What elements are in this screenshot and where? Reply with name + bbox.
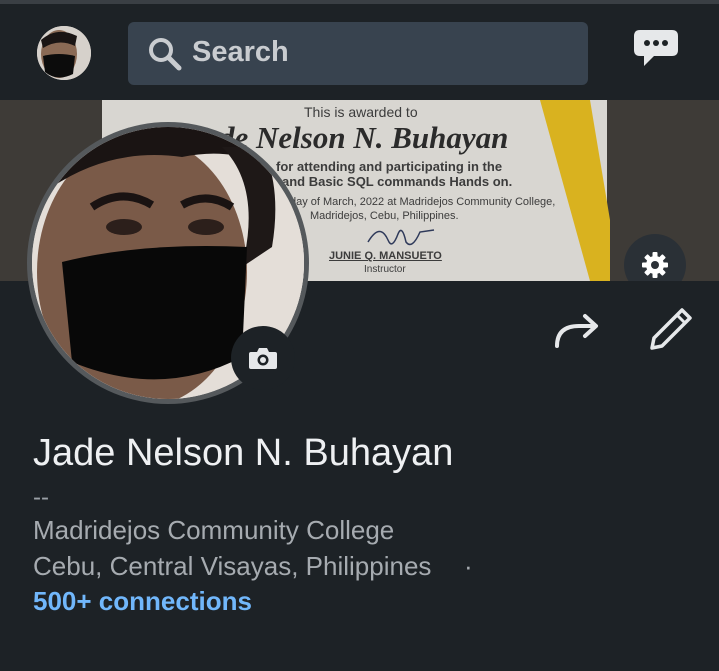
separator-dot: · [464, 551, 473, 581]
cert-role: Instructor [364, 264, 406, 275]
cert-line-5: day of March, 2022 at Madridejos Communi… [290, 196, 556, 208]
cert-line-1: This is awarded to [304, 104, 418, 120]
search-label: Search [192, 36, 289, 68]
share-icon[interactable] [553, 312, 601, 352]
cert-signatory: JUNIE Q. MANSUETO [329, 250, 442, 262]
cert-line-4: and Basic SQL commands Hands on. [282, 174, 513, 189]
search-bar[interactable]: Search [128, 22, 588, 85]
change-photo-button[interactable] [231, 326, 295, 390]
connections-link[interactable]: 500+ connections [33, 586, 252, 617]
cover-settings-button[interactable] [624, 234, 686, 281]
camera-icon [249, 348, 277, 369]
pencil-icon[interactable] [648, 306, 694, 352]
gear-icon [642, 252, 668, 278]
top-bar: Search [0, 4, 719, 100]
profile-school[interactable]: Madridejos Community College [33, 515, 394, 546]
profile-name: Jade Nelson N. Buhayan [33, 432, 454, 474]
message-icon[interactable] [632, 28, 680, 70]
signature-image [367, 229, 435, 246]
profile-headline: -- [33, 484, 49, 511]
user-avatar[interactable] [37, 26, 91, 80]
profile-location: Cebu, Central Visayas, Philippines [33, 551, 432, 581]
certificate-border [540, 100, 610, 281]
search-icon [149, 38, 182, 71]
cert-line-3: for attending and participating in the [276, 159, 503, 174]
